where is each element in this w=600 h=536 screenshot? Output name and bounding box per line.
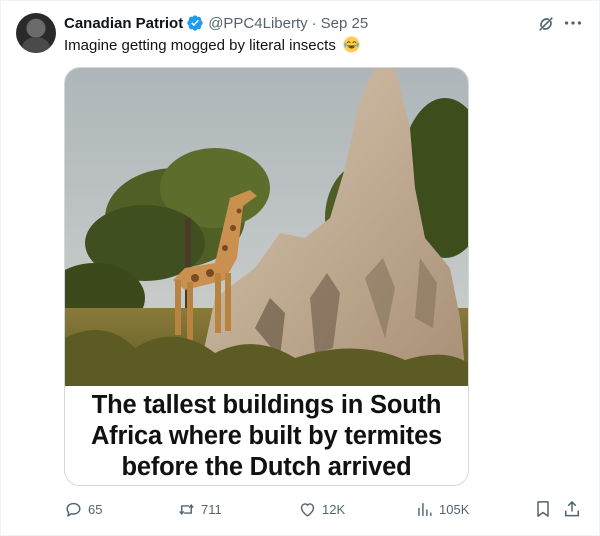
repost-icon xyxy=(179,503,194,515)
face-with-tears-of-joy-icon xyxy=(343,36,360,53)
separator-dot: · xyxy=(311,14,317,32)
caption-line: before the Dutch arrived xyxy=(121,453,412,481)
avatar[interactable] xyxy=(16,13,56,53)
reply-count: 65 xyxy=(88,501,103,517)
image-caption: The tallest buildings in South Africa wh… xyxy=(65,386,468,485)
tweet-text: Imagine getting mogged by literal insect… xyxy=(64,36,360,56)
author-name[interactable]: Canadian Patriot xyxy=(64,15,183,32)
verified-badge-icon xyxy=(187,15,203,31)
like-button[interactable]: 12K xyxy=(298,497,345,521)
views-button[interactable]: 105K xyxy=(415,497,469,521)
views-icon xyxy=(418,502,432,516)
caption-line: The tallest buildings in South xyxy=(91,391,442,419)
like-icon xyxy=(300,502,315,517)
grok-icon[interactable] xyxy=(536,14,556,34)
share-icon[interactable] xyxy=(562,499,582,519)
tweet-media-image[interactable]: The tallest buildings in South Africa wh… xyxy=(64,67,469,486)
tweet-body: Imagine getting mogged by literal insect… xyxy=(64,37,336,54)
reply-button[interactable]: 65 xyxy=(64,497,102,521)
tweet-date[interactable]: Sep 25 xyxy=(321,15,369,32)
like-count: 12K xyxy=(322,501,346,517)
reply-icon xyxy=(66,502,81,517)
repost-count: 711 xyxy=(201,501,222,517)
action-bar: 65 711 12K 105K xyxy=(64,497,589,521)
more-icon[interactable] xyxy=(562,12,584,34)
caption-line: Africa where built by termites xyxy=(90,422,443,450)
giraffe-termite-mound-photo xyxy=(65,68,468,386)
views-count: 105K xyxy=(439,501,470,517)
bookmark-icon[interactable] xyxy=(533,499,553,519)
tweet-card[interactable]: Canadian Patriot @PPC4Liberty · Sep 25 I… xyxy=(0,0,600,536)
repost-button[interactable]: 711 xyxy=(177,497,222,521)
tweet-header: Canadian Patriot @PPC4Liberty · Sep 25 xyxy=(64,13,368,33)
author-handle[interactable]: @PPC4Liberty xyxy=(208,15,307,32)
